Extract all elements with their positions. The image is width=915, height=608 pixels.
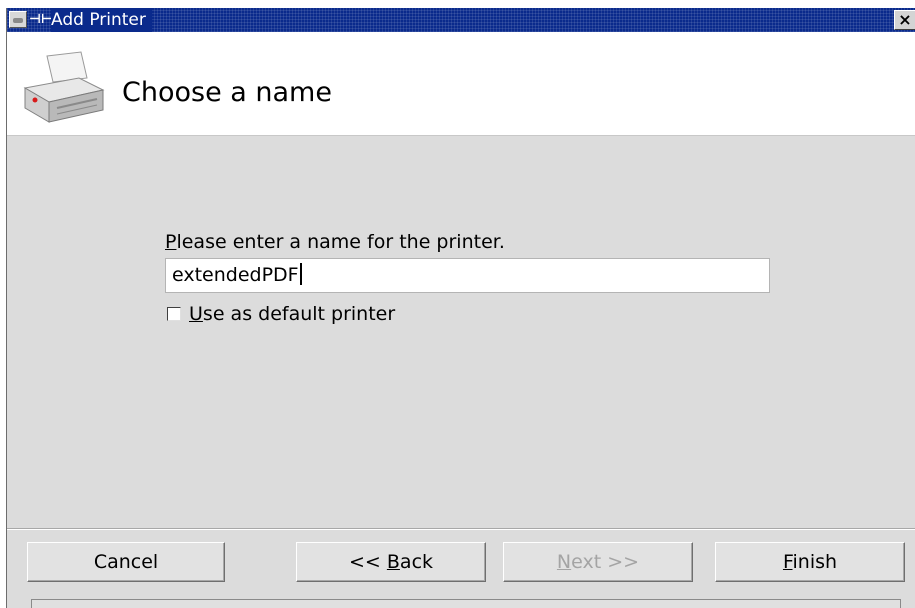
cancel-label: Cancel bbox=[93, 551, 159, 573]
printer-name-input[interactable]: extendedPDF bbox=[165, 258, 770, 293]
finish-button[interactable]: Finish bbox=[715, 542, 905, 582]
close-button[interactable]: × bbox=[894, 10, 915, 30]
add-printer-dialog: ⊣⊢ Add Printer × Choose a name Please en… bbox=[6, 8, 915, 608]
next-mnemonic: N bbox=[556, 551, 572, 573]
default-printer-label[interactable]: Use as default printer bbox=[189, 302, 395, 326]
status-strip bbox=[31, 599, 901, 608]
finish-text: inish bbox=[792, 551, 838, 573]
default-printer-checkbox[interactable] bbox=[167, 307, 181, 321]
printer-name-value: extendedPDF bbox=[172, 264, 299, 286]
text-caret bbox=[299, 263, 302, 285]
cancel-button[interactable]: Cancel bbox=[27, 542, 225, 582]
back-text: ack bbox=[399, 551, 434, 573]
page-heading: Choose a name bbox=[122, 77, 332, 108]
name-prompt-label: Please enter a name for the printer. bbox=[165, 230, 505, 254]
back-mnemonic: B bbox=[386, 551, 400, 573]
window-menu-icon[interactable] bbox=[9, 11, 27, 28]
next-text: ext >> bbox=[571, 551, 640, 573]
finish-mnemonic: F bbox=[782, 551, 793, 573]
checkbox-mnemonic: U bbox=[189, 303, 203, 325]
window-title: Add Printer bbox=[51, 8, 152, 32]
wizard-header: Choose a name bbox=[7, 32, 915, 136]
prompt-mnemonic: P bbox=[165, 231, 177, 253]
back-button[interactable]: << Back bbox=[296, 542, 486, 582]
prompt-text: lease enter a name for the printer. bbox=[176, 231, 505, 253]
title-bar[interactable]: ⊣⊢ Add Printer × bbox=[7, 8, 915, 32]
back-prefix: << bbox=[348, 551, 387, 573]
printer-icon bbox=[23, 51, 105, 123]
pin-icon[interactable]: ⊣⊢ bbox=[29, 12, 53, 28]
footer-divider bbox=[7, 528, 915, 530]
next-button[interactable]: Next >> bbox=[503, 542, 693, 582]
checkbox-text: se as default printer bbox=[202, 303, 396, 325]
